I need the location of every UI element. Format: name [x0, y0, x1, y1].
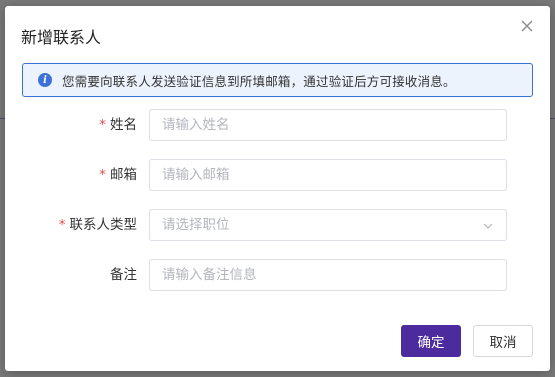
required-mark: *: [99, 167, 106, 183]
required-mark: *: [99, 117, 106, 133]
form-row-name: * 姓名: [5, 109, 550, 141]
close-icon: [521, 20, 533, 32]
cancel-button[interactable]: 取消: [473, 325, 533, 357]
contact-type-label: * 联系人类型: [59, 209, 137, 241]
required-mark: *: [58, 217, 66, 233]
email-label-text: 邮箱: [110, 167, 137, 183]
info-alert: i 您需要向联系人发送验证信息到所填邮箱，通过验证后方可接收消息。: [22, 63, 533, 97]
info-icon: i: [38, 73, 52, 87]
form-row-note: 备注: [5, 259, 550, 291]
contact-type-label-text: 联系人类型: [69, 217, 138, 233]
contact-type-placeholder: 请选择职位: [162, 217, 230, 233]
alert-text: 您需要向联系人发送验证信息到所填邮箱，通过验证后方可接收消息。: [62, 73, 456, 89]
form-row-email: * 邮箱: [5, 159, 550, 191]
name-label-text: 姓名: [110, 117, 137, 133]
email-label: * 邮箱: [99, 159, 137, 191]
email-input[interactable]: [149, 159, 507, 191]
confirm-button[interactable]: 确定: [401, 325, 461, 357]
add-contact-dialog: 新增联系人 i 您需要向联系人发送验证信息到所填邮箱，通过验证后方可接收消息。 …: [5, 6, 550, 371]
chevron-down-icon: [483, 223, 493, 229]
close-button[interactable]: [520, 19, 534, 33]
form-row-contact-type: * 联系人类型 请选择职位: [5, 209, 550, 241]
name-label: * 姓名: [99, 109, 137, 141]
note-label: 备注: [110, 267, 137, 283]
note-input[interactable]: [149, 259, 507, 291]
contact-type-select[interactable]: 请选择职位: [149, 209, 507, 241]
name-input[interactable]: [149, 109, 507, 141]
dialog-title: 新增联系人: [21, 28, 102, 47]
